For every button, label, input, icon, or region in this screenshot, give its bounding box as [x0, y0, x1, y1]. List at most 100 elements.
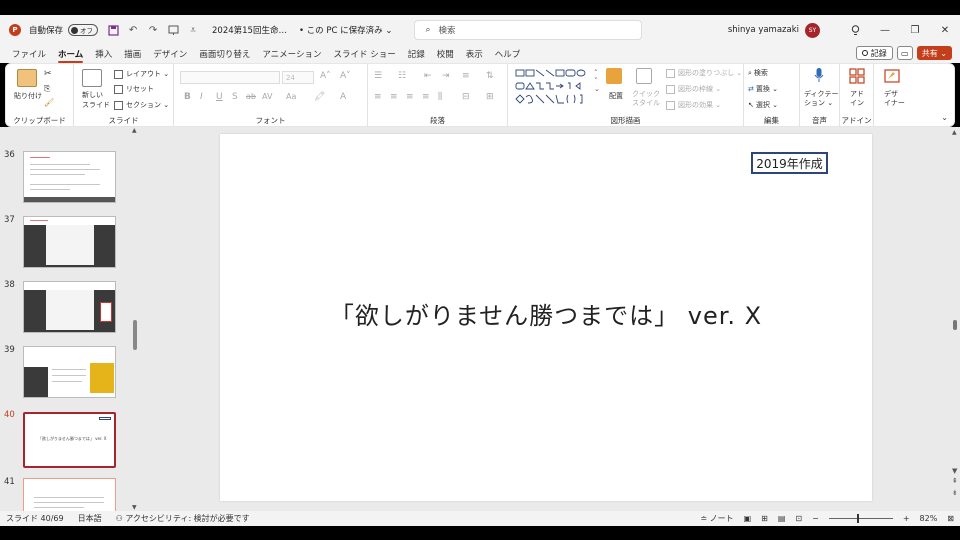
scroll-up-icon[interactable]: ▲: [132, 127, 137, 134]
font-color-icon[interactable]: A: [340, 92, 346, 102]
microphone-icon[interactable]: [814, 67, 824, 83]
restore-icon[interactable]: ❐: [900, 15, 930, 45]
bullets-icon[interactable]: ☰: [374, 71, 382, 81]
scroll-down-icon[interactable]: ▼: [952, 467, 957, 475]
slide-thumbnail-39[interactable]: [23, 346, 116, 398]
tab-review[interactable]: 校閲: [431, 45, 460, 63]
slide-thumbnail-37[interactable]: [23, 216, 116, 268]
addins-button[interactable]: アド イン: [850, 90, 864, 108]
dictate-button[interactable]: ディクテー ション ⌄: [804, 90, 839, 108]
highlight-icon[interactable]: 🖍: [314, 92, 325, 102]
line-spacing-icon[interactable]: ≡: [462, 71, 470, 81]
close-icon[interactable]: ✕: [930, 15, 960, 45]
designer-button[interactable]: デザ イナー: [884, 90, 905, 108]
slide-thumbnail-40[interactable]: 「欲しがりません勝つまでは」 ver. X: [23, 412, 116, 468]
comment-button[interactable]: ▭: [896, 46, 913, 60]
zoom-level[interactable]: 82%: [920, 514, 938, 523]
new-slide-button[interactable]: 新しい スライド: [82, 90, 110, 110]
tab-design[interactable]: デザイン: [147, 45, 193, 63]
save-icon[interactable]: [106, 23, 120, 37]
designer-icon[interactable]: [884, 68, 900, 84]
tab-view[interactable]: 表示: [460, 45, 489, 63]
tab-record[interactable]: 記録: [402, 45, 431, 63]
avatar[interactable]: SY: [805, 22, 820, 38]
text-direction-icon[interactable]: ⇅: [486, 71, 494, 81]
slide-title[interactable]: 「欲しがりません勝つまでは」 ver. X: [220, 296, 872, 331]
grow-font-icon[interactable]: A˄: [320, 71, 331, 81]
shape-outline-button[interactable]: 図形の枠線 ⌄: [666, 84, 721, 94]
document-title[interactable]: 2024第15回生命…: [212, 24, 287, 36]
record-button[interactable]: 記録: [855, 46, 893, 60]
scroll-down-icon[interactable]: ▼: [132, 504, 137, 511]
zoom-out-icon[interactable]: −: [812, 514, 819, 523]
shape-fill-button[interactable]: 図形の塗りつぶし ⌄: [666, 68, 742, 78]
zoom-slider[interactable]: [828, 514, 893, 523]
share-button[interactable]: 共有 ⌄: [916, 46, 952, 60]
autosave-toggle[interactable]: オフ: [68, 24, 99, 36]
select-button[interactable]: ↖ 選択 ⌄: [748, 100, 778, 110]
find-button[interactable]: ⌕ 検索: [748, 68, 768, 78]
tab-draw[interactable]: 描画: [118, 45, 147, 63]
align-center-icon[interactable]: ≡: [390, 92, 398, 102]
slide-canvas[interactable]: 2019年作成 「欲しがりません勝つまでは」 ver. X: [220, 134, 872, 501]
present-icon[interactable]: [166, 23, 180, 37]
change-case-button[interactable]: Aa: [286, 92, 296, 101]
tab-file[interactable]: ファイル: [6, 45, 52, 63]
decrease-indent-icon[interactable]: ⇤: [424, 71, 432, 81]
arrange-button[interactable]: 配置: [609, 91, 623, 101]
font-size-select[interactable]: 24: [282, 71, 314, 84]
scrollbar-thumb[interactable]: [133, 320, 137, 350]
ribbon-collapse-icon[interactable]: ⌄: [941, 113, 948, 122]
scroll-up-icon[interactable]: ▲: [952, 129, 957, 136]
reading-view-icon[interactable]: ▤: [778, 514, 786, 523]
cut-icon[interactable]: ✂: [44, 69, 52, 79]
minimize-icon[interactable]: —: [870, 15, 900, 45]
redo-icon[interactable]: ↷: [146, 23, 160, 37]
slide-thumbnail-41[interactable]: [23, 478, 116, 511]
slide-position[interactable]: スライド 40/69: [6, 513, 64, 524]
scrollbar-thumb[interactable]: [953, 320, 957, 330]
slide-thumbnail-36[interactable]: [23, 151, 116, 203]
increase-indent-icon[interactable]: ⇥: [442, 71, 450, 81]
tab-slideshow[interactable]: スライド ショー: [328, 45, 402, 63]
next-slide-icon[interactable]: ⇟: [952, 489, 958, 497]
italic-button[interactable]: I: [200, 92, 203, 102]
spacing-button[interactable]: AV: [262, 92, 272, 101]
tab-animations[interactable]: アニメーション: [256, 45, 327, 63]
font-name-select[interactable]: [180, 71, 280, 84]
tab-home[interactable]: ホーム: [52, 45, 89, 63]
previous-slide-icon[interactable]: ⇞: [952, 477, 958, 485]
shadow-button[interactable]: S: [232, 92, 238, 102]
paste-icon[interactable]: [17, 69, 37, 87]
layout-button[interactable]: レイアウト ⌄: [114, 69, 169, 79]
align-text-icon[interactable]: ⊟: [462, 92, 470, 102]
arrange-icon[interactable]: [606, 68, 622, 84]
paste-button[interactable]: 貼り付け: [14, 91, 42, 101]
strikethrough-button[interactable]: ab: [246, 92, 256, 101]
customize-qat-icon[interactable]: ⩡: [186, 23, 200, 37]
normal-view-icon[interactable]: ▣: [744, 514, 752, 523]
lightbulb-icon[interactable]: [840, 15, 870, 45]
fit-to-window-icon[interactable]: ⊠: [947, 514, 954, 523]
slide-sorter-icon[interactable]: ⊞: [761, 514, 768, 523]
quick-styles-icon[interactable]: [636, 68, 652, 84]
accessibility-status[interactable]: ⚇ アクセシビリティ: 検討が必要です: [116, 513, 250, 524]
shapes-scroll[interactable]: ˄ ˅ ⌄: [594, 69, 600, 93]
undo-icon[interactable]: ↶: [126, 23, 140, 37]
search-input[interactable]: ⌕ 検索: [414, 20, 643, 40]
save-state[interactable]: • この PC に保存済み ⌄: [299, 24, 393, 36]
slide-label-box[interactable]: 2019年作成: [751, 152, 828, 174]
align-left-icon[interactable]: ≡: [374, 92, 382, 102]
addins-icon[interactable]: [849, 68, 865, 84]
columns-icon[interactable]: ⫼: [438, 92, 442, 102]
tab-help[interactable]: ヘルプ: [489, 45, 527, 63]
replace-button[interactable]: ⇄ 置換 ⌄: [748, 84, 778, 94]
copy-icon[interactable]: ⎘: [44, 84, 50, 94]
numbering-icon[interactable]: ☷: [398, 71, 406, 81]
reset-button[interactable]: リセット: [114, 84, 154, 94]
zoom-slider-thumb[interactable]: [856, 514, 859, 523]
thumbnails-scrollbar[interactable]: ▲ ▼: [131, 127, 139, 511]
format-painter-icon[interactable]: 🖌: [44, 98, 54, 107]
section-button[interactable]: セクション ⌄: [114, 100, 169, 110]
smartart-icon[interactable]: ⊞: [486, 92, 494, 102]
